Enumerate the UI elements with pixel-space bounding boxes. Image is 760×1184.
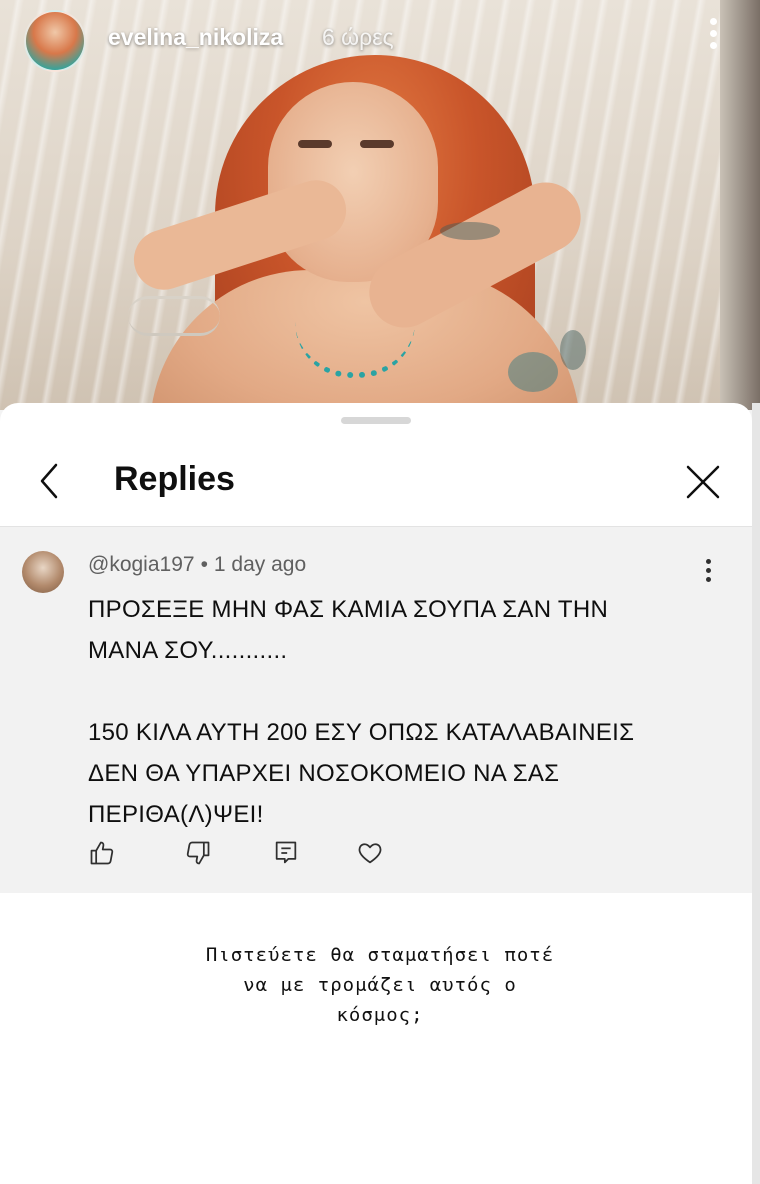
story-caption: Πιστεύετε θα σταματήσει ποτέ να με τρομά… (205, 944, 555, 1026)
story-username[interactable]: evelina_nikoliza (108, 24, 283, 51)
close-button[interactable] (682, 461, 724, 503)
close-icon (686, 465, 720, 499)
comment-meta: @kogia197 • 1 day ago (88, 553, 306, 577)
comment-avatar[interactable] (22, 551, 64, 593)
photo-eye-left (298, 140, 332, 148)
dislike-button[interactable] (184, 839, 212, 867)
reply-icon (275, 841, 297, 864)
photo-bracelets (128, 296, 220, 336)
heart-icon (358, 843, 382, 864)
photo-edge (720, 0, 760, 410)
comment-text: ΠΡΟΣΕΞΕ ΜΗΝ ΦΑΣ ΚΑΜΙΑ ΣΟΥΠΑ ΣΑΝ ΤΗΝ ΜΑΝΑ… (88, 596, 635, 828)
photo-tattoo (508, 352, 558, 392)
sheet-edge (752, 403, 760, 1184)
replies-sheet: Replies @kogia197 • 1 day ago ΠΡΟΣΕΞΕ ΜΗΝ … (0, 403, 752, 1184)
photo-eye-right (360, 140, 394, 148)
comment-actions (88, 839, 408, 869)
story-time: 6 ώρες (322, 24, 394, 50)
more-vertical-icon[interactable] (706, 18, 720, 52)
comment-age: 1 day ago (213, 553, 307, 576)
comment-menu-button[interactable] (702, 559, 714, 587)
comment-author[interactable]: @kogia197 (88, 553, 195, 576)
reply-button[interactable] (272, 839, 300, 867)
thumbs-up-icon (90, 841, 114, 865)
photo-tattoo (440, 222, 500, 240)
chevron-left-icon (40, 463, 58, 499)
photo-tattoo (560, 330, 586, 370)
like-button[interactable] (88, 839, 116, 867)
back-button[interactable] (30, 459, 70, 503)
comment: @kogia197 • 1 day ago ΠΡΟΣΕΞΕ ΜΗΝ ΦΑΣ ΚΑΜΙ… (0, 526, 752, 893)
meta-separator: • (200, 553, 208, 576)
thumbs-down-icon (186, 841, 210, 865)
sheet-title: Replies (114, 460, 235, 498)
story-photo (0, 0, 760, 410)
drag-handle[interactable] (341, 417, 411, 424)
story-avatar[interactable] (24, 10, 86, 72)
heart-button[interactable] (356, 839, 384, 867)
